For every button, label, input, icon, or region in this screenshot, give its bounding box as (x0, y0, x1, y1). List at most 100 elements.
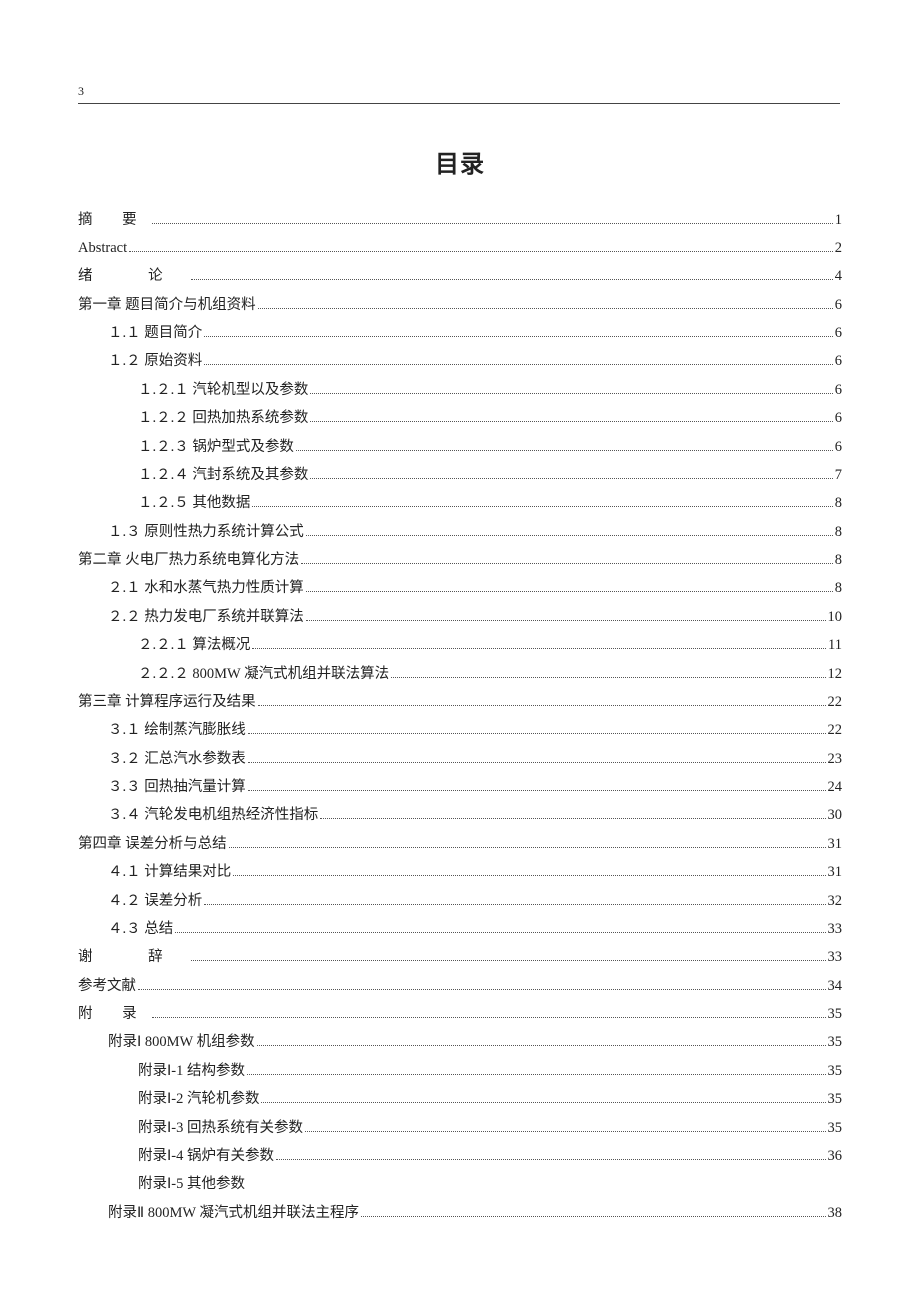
toc-entry-label: ２.２.１ 算法概况 (138, 634, 250, 657)
toc-leader-dots (310, 421, 832, 422)
toc-leader-dots (252, 648, 826, 649)
toc-entry: 附录Ⅰ-2 汽轮机参数 35 (78, 1088, 842, 1111)
toc-entry-label: ２.２ 热力发电厂系统并联算法 (108, 606, 304, 629)
toc-entry: １.１ 题目简介6 (78, 322, 842, 345)
toc-leader-dots (191, 279, 833, 280)
toc-entry-page: 22 (828, 691, 843, 714)
toc-entry-label: １.１ 题目简介 (108, 322, 202, 345)
toc-entry-page: 8 (835, 492, 842, 515)
toc-leader-dots (204, 364, 833, 365)
toc-entry-label: ３.４ 汽轮发电机组热经济性指标 (108, 804, 318, 827)
toc-entry-page: 32 (828, 890, 843, 913)
toc-leader-dots (175, 932, 825, 933)
toc-entry: １.２.２ 回热加热系统参数 6 (78, 407, 842, 430)
toc-entry-label: 参考文献 (78, 975, 136, 998)
toc-entry-label: ３.３ 回热抽汽量计算 (108, 776, 246, 799)
toc-leader-dots (276, 1159, 826, 1160)
toc-leader-dots (248, 762, 826, 763)
toc-leader-dots (261, 1102, 825, 1103)
document-page: 3 目录 摘 要1Abstract2绪 论4第一章 题目简介与机组资料6１.１ … (0, 0, 920, 1225)
toc-leader-dots (252, 506, 832, 507)
toc-leader-dots (361, 1216, 826, 1217)
toc-entry-label: 附录Ⅰ-3 回热系统有关参数 (138, 1117, 303, 1140)
toc-entry-label: 附录Ⅱ 800MW 凝汽式机组并联法主程序 (108, 1202, 359, 1225)
toc-entry: １.２.３ 锅炉型式及参数6 (78, 436, 842, 459)
toc-entry-label: ３.２ 汇总汽水参数表 (108, 748, 246, 771)
toc-entry: 谢 辞33 (78, 946, 842, 969)
header-rule (78, 103, 840, 104)
toc-leader-dots (247, 1074, 826, 1075)
toc-entry: 附录Ⅰ-1 结构参数35 (78, 1060, 842, 1083)
toc-entry-label: 附录Ⅰ 800MW 机组参数 (108, 1031, 255, 1054)
toc-leader-dots (296, 450, 833, 451)
toc-entry: ２.２.１ 算法概况 11 (78, 634, 842, 657)
toc-leader-dots (129, 251, 833, 252)
toc-entry-page: 7 (835, 464, 842, 487)
toc-entry-label: ２.１ 水和水蒸气热力性质计算 (108, 577, 304, 600)
toc-entry-label: ４.１ 计算结果对比 (108, 861, 231, 884)
toc-entry-page: 8 (835, 521, 842, 544)
toc-entry: 附录Ⅰ-3 回热系统有关参数35 (78, 1117, 842, 1140)
toc-entry: １.２ 原始资料6 (78, 350, 842, 373)
toc-leader-dots (310, 478, 832, 479)
toc-entry: 附录Ⅰ 800MW 机组参数35 (78, 1031, 842, 1054)
toc-leader-dots (391, 677, 825, 678)
toc-list: 摘 要1Abstract2绪 论4第一章 题目简介与机组资料6１.１ 题目简介6… (78, 209, 842, 1225)
toc-entry: ３.２ 汇总汽水参数表 23 (78, 748, 842, 771)
toc-entry-label: 第三章 计算程序运行及结果 (78, 691, 256, 714)
toc-entry-label: 附录Ⅰ-4 锅炉有关参数 (138, 1145, 274, 1168)
toc-entry-page: 2 (835, 237, 842, 260)
toc-entry: １.２.１ 汽轮机型以及参数6 (78, 379, 842, 402)
toc-leader-dots (258, 308, 833, 309)
toc-entry: ３.１ 绘制蒸汽膨胀线22 (78, 719, 842, 742)
toc-leader-dots (306, 591, 833, 592)
toc-entry-page: 6 (835, 407, 842, 430)
toc-leader-dots (204, 904, 825, 905)
toc-leader-dots (306, 535, 833, 536)
toc-entry-page: 35 (828, 1088, 843, 1111)
toc-entry: １.２.５ 其他数据8 (78, 492, 842, 515)
toc-entry-page: 11 (828, 634, 842, 657)
toc-leader-dots (233, 875, 825, 876)
toc-leader-dots (229, 847, 826, 848)
toc-entry-page: 1 (835, 209, 842, 232)
toc-leader-dots (152, 223, 833, 224)
toc-leader-dots (306, 620, 826, 621)
toc-entry: ２.１ 水和水蒸气热力性质计算8 (78, 577, 842, 600)
toc-entry: １.２.４ 汽封系统及其参数7 (78, 464, 842, 487)
toc-entry-label: 第二章 火电厂热力系统电算化方法 (78, 549, 299, 572)
toc-entry: ４.１ 计算结果对比31 (78, 861, 842, 884)
toc-entry-page: 31 (828, 833, 843, 856)
toc-leader-dots (248, 733, 826, 734)
toc-entry-label: １.２.１ 汽轮机型以及参数 (138, 379, 308, 402)
toc-entry: 第二章 火电厂热力系统电算化方法8 (78, 549, 842, 572)
toc-entry-label: ４.２ 误差分析 (108, 890, 202, 913)
toc-entry-label: 绪 论 (78, 265, 189, 288)
toc-entry: ４.３ 总结33 (78, 918, 842, 941)
toc-entry-label: 摘 要 (78, 209, 150, 232)
toc-entry: ３.４ 汽轮发电机组热经济性指标 30 (78, 804, 842, 827)
toc-leader-dots (257, 1045, 826, 1046)
toc-entry-page: 24 (828, 776, 843, 799)
toc-entry: 第一章 题目简介与机组资料6 (78, 294, 842, 317)
toc-entry-page: 30 (828, 804, 843, 827)
toc-entry: １.３ 原则性热力系统计算公式8 (78, 521, 842, 544)
toc-entry-label: 附录Ⅰ-5 其他参数 (138, 1173, 245, 1196)
toc-entry: 参考文献 34 (78, 975, 842, 998)
toc-leader-dots (152, 1017, 826, 1018)
toc-entry: 绪 论4 (78, 265, 842, 288)
toc-entry: 第三章 计算程序运行及结果 22 (78, 691, 842, 714)
toc-leader-dots (310, 393, 832, 394)
toc-entry: ２.２.２ 800MW 凝汽式机组并联法算法12 (78, 663, 842, 686)
toc-entry-label: 附录Ⅰ-2 汽轮机参数 (138, 1088, 259, 1111)
toc-entry-label: １.２.２ 回热加热系统参数 (138, 407, 308, 430)
toc-entry: 附录Ⅰ-4 锅炉有关参数 36 (78, 1145, 842, 1168)
toc-title: 目录 (78, 146, 842, 184)
toc-entry-page: 6 (835, 350, 842, 373)
toc-entry-page: 23 (828, 748, 843, 771)
toc-entry: ２.２ 热力发电厂系统并联算法10 (78, 606, 842, 629)
toc-entry-page: 34 (828, 975, 843, 998)
toc-entry-page: 35 (828, 1060, 843, 1083)
page-header-number: 3 (78, 82, 842, 103)
toc-entry-page: 36 (828, 1145, 843, 1168)
